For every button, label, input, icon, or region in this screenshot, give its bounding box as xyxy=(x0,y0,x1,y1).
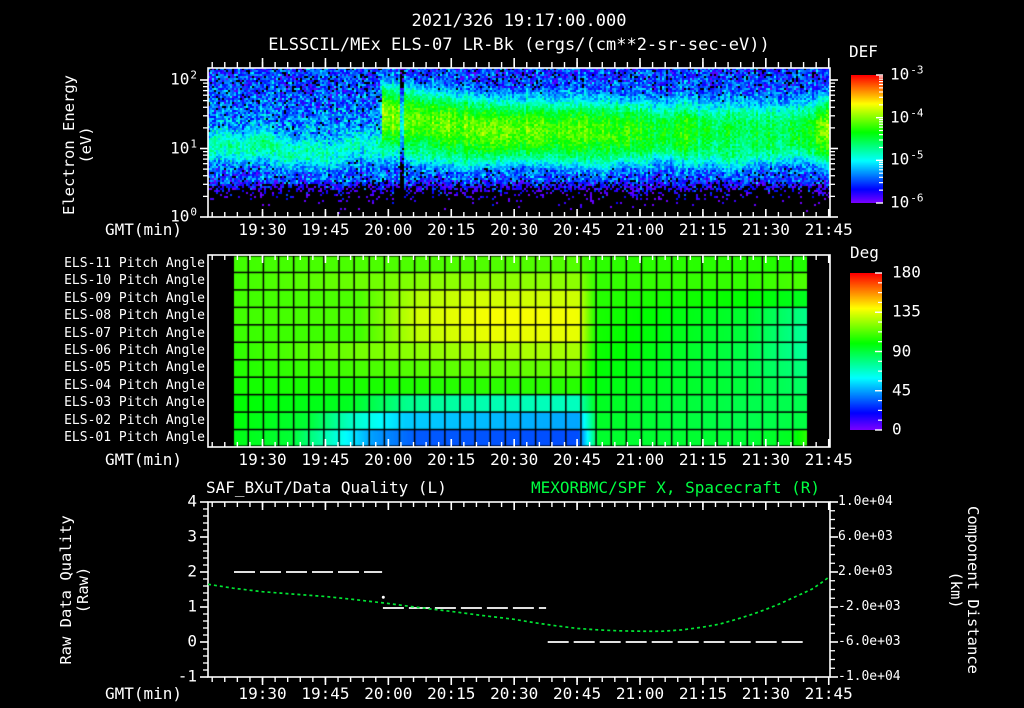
def-colorbar-tick-label: 10-4 xyxy=(890,106,924,127)
deg-colorbar-tick-label: 45 xyxy=(892,380,912,400)
time-tick-label: 21:45 xyxy=(804,450,853,469)
def-colorbar-tick-label: 10-6 xyxy=(890,191,924,212)
pitch-angle-row-label: ELS-06 Pitch Angle xyxy=(64,343,205,359)
distance-tick-label: 6.0e+03 xyxy=(838,529,893,545)
pitch-angle-row-label: ELS-09 Pitch Angle xyxy=(64,290,205,306)
time-tick-label: 21:15 xyxy=(678,684,727,703)
pitch-angle-row-label: ELS-01 Pitch Angle xyxy=(64,430,205,446)
time-tick-label: 20:00 xyxy=(364,450,413,469)
pitch-angle-row-label: ELS-02 Pitch Angle xyxy=(64,412,205,428)
pitch-angle-row-label: ELS-04 Pitch Angle xyxy=(64,378,205,394)
time-tick-label: 20:45 xyxy=(552,450,602,469)
time-tick-label: 20:15 xyxy=(427,450,476,469)
def-colorbar-tick-label: 10-5 xyxy=(890,148,924,169)
time-tick-label: 20:30 xyxy=(490,450,539,469)
time-tick-label: 21:00 xyxy=(615,684,665,703)
time-tick-label: 21:15 xyxy=(678,450,727,469)
time-tick-label: 21:00 xyxy=(615,220,665,239)
time-tick-label: 19:30 xyxy=(238,220,287,239)
time-tick-label: 21:30 xyxy=(741,684,790,703)
pitch-angle-row-label: ELS-08 Pitch Angle xyxy=(64,308,205,324)
quality-tick-label: -1 xyxy=(177,666,197,686)
time-tick-label: 20:45 xyxy=(552,220,602,239)
time-tick-label: 20:15 xyxy=(427,684,476,703)
quality-tick-label: 2 xyxy=(187,561,197,581)
quality-tick-label: 0 xyxy=(187,631,197,651)
deg-colorbar-tick-label: 90 xyxy=(892,341,912,361)
pitch-angle-row-label: ELS-11 Pitch Angle xyxy=(64,255,205,271)
energy-tick-label: 100 xyxy=(170,205,197,226)
time-tick-label: 20:00 xyxy=(364,684,413,703)
quality-tick-label: 3 xyxy=(187,526,197,546)
energy-tick-label: 101 xyxy=(170,137,197,158)
distance-tick-label: 1.0e+04 xyxy=(838,494,893,510)
time-tick-label: 21:15 xyxy=(678,220,727,239)
time-tick-label: 20:30 xyxy=(490,220,539,239)
time-tick-label: 19:30 xyxy=(238,450,287,469)
quality-tick-label: 4 xyxy=(187,491,197,511)
plot-page: 2021/326 19:17:00.000 ELSSCIL/MEx ELS-07… xyxy=(0,0,1024,708)
time-tick-label: 21:00 xyxy=(615,450,665,469)
quality-tick-label: 1 xyxy=(187,596,197,616)
time-tick-label: 21:30 xyxy=(741,220,790,239)
time-tick-label: 21:45 xyxy=(804,220,853,239)
pitch-angle-row-label: ELS-07 Pitch Angle xyxy=(64,325,205,341)
time-tick-label: 20:15 xyxy=(427,220,476,239)
distance-tick-label: -6.0e+03 xyxy=(838,634,901,650)
time-tick-label: 21:30 xyxy=(741,450,790,469)
distance-tick-label: -2.0e+03 xyxy=(838,599,901,615)
pitch-angle-row-label: ELS-03 Pitch Angle xyxy=(64,395,205,411)
def-colorbar-tick-label: 10-3 xyxy=(890,63,924,84)
distance-tick-label: -1.0e+04 xyxy=(838,669,901,685)
time-tick-label: 21:45 xyxy=(804,684,853,703)
pitch-angle-row-label: ELS-05 Pitch Angle xyxy=(64,360,205,376)
time-tick-label: 19:45 xyxy=(301,220,350,239)
pitch-angle-row-label: ELS-10 Pitch Angle xyxy=(64,273,205,289)
time-tick-label: 19:30 xyxy=(238,684,287,703)
deg-colorbar-tick-label: 135 xyxy=(892,301,921,321)
time-tick-label: 20:45 xyxy=(552,684,602,703)
energy-tick-label: 102 xyxy=(170,68,197,89)
distance-tick-label: 2.0e+03 xyxy=(838,564,893,580)
time-tick-label: 20:00 xyxy=(364,220,413,239)
time-tick-label: 20:30 xyxy=(490,684,539,703)
deg-colorbar-tick-label: 0 xyxy=(892,419,902,439)
time-tick-label: 19:45 xyxy=(301,450,350,469)
time-tick-label: 19:45 xyxy=(301,684,350,703)
deg-colorbar-tick-label: 180 xyxy=(892,262,921,282)
